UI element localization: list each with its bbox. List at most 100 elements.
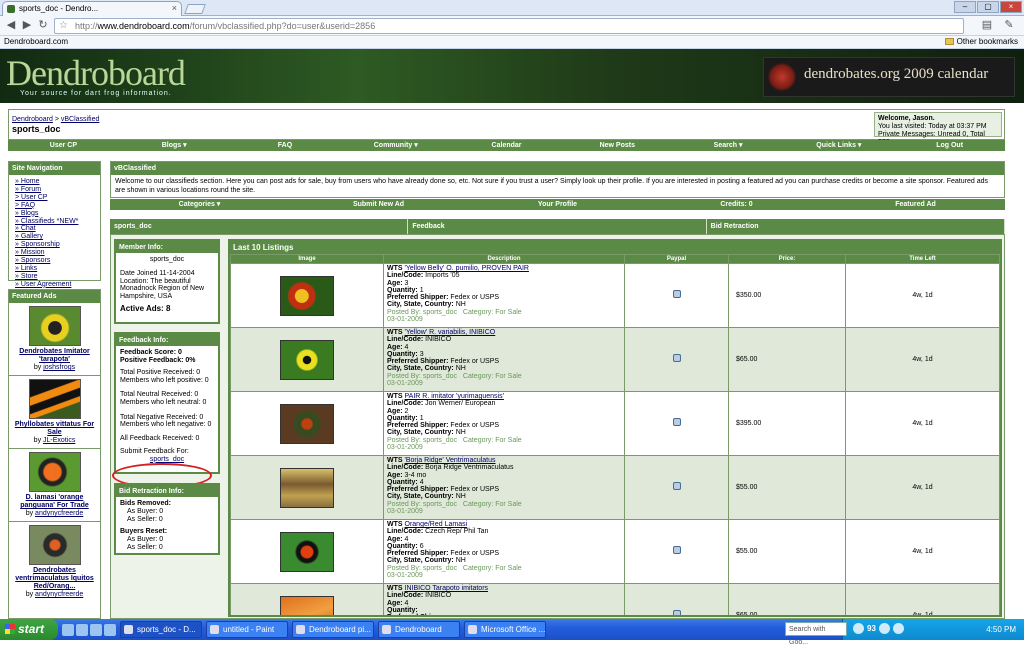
site-nav-chat[interactable]: » Chat <box>15 225 36 232</box>
listing-image[interactable] <box>280 339 334 380</box>
welcome-user[interactable]: Welcome, Jason. <box>878 115 998 123</box>
listing-image[interactable] <box>280 531 334 572</box>
tab-bid-retraction[interactable]: Bid Retraction <box>707 219 1005 234</box>
listing-image[interactable] <box>280 403 334 444</box>
task-dendroboard-pics[interactable]: Dendroboard pi... <box>292 621 374 638</box>
close-tab-icon[interactable]: × <box>172 2 177 15</box>
listing-poster[interactable]: sports_doc <box>423 309 457 316</box>
featured-ad-image[interactable] <box>28 452 81 492</box>
start-button[interactable]: start <box>0 619 58 640</box>
tab-profile[interactable]: sports_doc <box>110 219 409 234</box>
site-nav-sponsorship[interactable]: » Sponsorship <box>15 241 60 248</box>
featured-ad-title[interactable]: Phyllobates vittatus For Sale <box>10 421 99 437</box>
listing-poster[interactable]: sports_doc <box>423 565 457 572</box>
site-nav-store[interactable]: » Store <box>15 273 38 280</box>
listing-title[interactable]: Orange/Red Lamasi <box>405 521 468 528</box>
categories-menu[interactable]: Categories ▾ <box>110 199 289 210</box>
listing-category[interactable]: For Sale <box>495 309 521 316</box>
featured-ad-user[interactable]: andynycfreerde <box>35 510 83 517</box>
listing-title[interactable]: 'Borja Ridge' Ventrimaculatus <box>405 457 496 464</box>
featured-ad-title[interactable]: D. lamasi 'orange panguana' For Trade <box>10 494 99 510</box>
wrench-icon[interactable]: ✎ <box>1002 19 1016 33</box>
site-nav-gallery[interactable]: » Gallery <box>15 233 43 240</box>
listing-poster[interactable]: sports_doc <box>423 501 457 508</box>
featured-ad-link[interactable]: Featured Ad <box>826 199 1005 210</box>
listing-poster[interactable]: sports_doc <box>423 437 457 444</box>
site-nav-forum[interactable]: » Forum <box>15 186 41 193</box>
browser-tab[interactable]: sports_doc - Dendro... × <box>2 1 182 16</box>
desktop-icon[interactable] <box>62 624 74 636</box>
listing-image[interactable] <box>280 595 334 615</box>
site-nav-home[interactable]: » Home <box>15 178 40 185</box>
featured-ad-image[interactable] <box>28 379 81 419</box>
site-nav-user-agreement[interactable]: » User Agreement <box>15 281 71 288</box>
ie-icon[interactable] <box>76 624 88 636</box>
forward-icon[interactable]: ▶ <box>20 19 34 33</box>
featured-ad-image[interactable] <box>28 525 81 565</box>
site-nav-classifieds[interactable]: » Classifieds *NEW* <box>15 218 78 225</box>
listing-title[interactable]: PAIR R. imitator 'yurimaguensis' <box>405 393 504 400</box>
new-tab-button[interactable] <box>184 4 206 14</box>
featured-ad-title[interactable]: Dendrobates ventrimaculatus Iquitos Red/… <box>10 567 99 591</box>
back-icon[interactable]: ◀ <box>4 19 18 33</box>
listing-poster[interactable]: sports_doc <box>423 373 457 380</box>
featured-ad-title[interactable]: Dendrobates Imitator 'tarapota' <box>10 348 99 364</box>
nav-community[interactable]: Community ▾ <box>340 140 451 151</box>
your-profile-link[interactable]: Your Profile <box>468 199 647 210</box>
chrome-icon[interactable] <box>104 624 116 636</box>
network-icon[interactable] <box>853 623 864 634</box>
close-window-button[interactable]: × <box>1000 1 1022 13</box>
featured-ad-user[interactable]: andynycfreerde <box>35 591 83 598</box>
nav-search[interactable]: Search ▾ <box>673 140 784 151</box>
nav-new-posts[interactable]: New Posts <box>562 140 673 151</box>
submit-feedback-link[interactable]: sports_doc <box>150 456 184 463</box>
site-nav-blogs[interactable]: » Blogs <box>15 210 38 217</box>
site-nav-sponsors[interactable]: » Sponsors <box>15 257 50 264</box>
nav-user-cp[interactable]: User CP <box>8 140 119 151</box>
page-menu-icon[interactable]: ▤ <box>980 19 994 33</box>
nav-calendar[interactable]: Calendar <box>451 140 562 151</box>
task-chrome[interactable]: sports_doc - D... <box>120 621 202 638</box>
google-search-box[interactable]: Search with Goo... <box>785 622 847 646</box>
credits-link[interactable]: Credits: 0 <box>647 199 826 210</box>
tab-feedback[interactable]: Feedback <box>408 219 707 234</box>
listing-category[interactable]: For Sale <box>495 437 521 444</box>
listing-category[interactable]: For Sale <box>495 373 521 380</box>
listing-category[interactable]: For Sale <box>495 501 521 508</box>
reload-icon[interactable]: ↻ <box>36 19 50 33</box>
breadcrumb-section[interactable]: vBClassified <box>61 116 100 123</box>
site-nav-mission[interactable]: » Mission <box>15 249 45 256</box>
address-bar[interactable]: ☆ http://www.dendroboard.com/forum/vbcla… <box>54 18 964 34</box>
maximize-button[interactable]: ▢ <box>977 1 999 13</box>
star-icon[interactable]: ☆ <box>59 19 68 33</box>
featured-ad-user[interactable]: joshsfrogs <box>43 364 75 371</box>
volume-icon[interactable] <box>878 623 890 634</box>
task-office[interactable]: Microsoft Office ... <box>464 621 546 638</box>
nav-quick-links[interactable]: Quick Links ▾ <box>783 140 894 151</box>
listing-image[interactable] <box>280 275 334 316</box>
submit-new-ad-link[interactable]: Submit New Ad <box>289 199 468 210</box>
nav-log-out[interactable]: Log Out <box>894 140 1005 151</box>
site-nav-links[interactable]: » Links <box>15 265 37 272</box>
featured-ad-image[interactable] <box>28 306 81 346</box>
task-paint[interactable]: untitled - Paint <box>206 621 288 638</box>
nav-blogs[interactable]: Blogs ▾ <box>119 140 230 151</box>
site-nav-user-cp[interactable]: > User CP <box>15 194 47 201</box>
calendar-ad[interactable]: dendrobates.org 2009 calendar <box>763 57 1015 97</box>
site-logo[interactable]: Dendroboard <box>6 53 186 93</box>
task-dendroboard[interactable]: Dendroboard <box>378 621 460 638</box>
listing-title[interactable]: 'Yellow' R. variabilis, INIBICO <box>405 329 496 336</box>
listing-category[interactable]: For Sale <box>495 565 521 572</box>
bookmark-dendroboard[interactable]: Dendroboard.com <box>4 36 68 48</box>
site-nav-faq[interactable]: > FAQ <box>15 202 35 209</box>
other-bookmarks[interactable]: Other bookmarks <box>944 36 1018 48</box>
firefox-icon[interactable] <box>90 624 102 636</box>
listing-title[interactable]: INIBICO Tarapoto imitators <box>405 585 489 592</box>
nav-faq[interactable]: FAQ <box>230 140 341 151</box>
breadcrumb-root[interactable]: Dendroboard <box>12 116 53 123</box>
security-icon[interactable] <box>892 623 904 634</box>
listing-image[interactable] <box>280 467 334 508</box>
featured-ad-user[interactable]: JL-Exotics <box>43 437 75 444</box>
minimize-button[interactable]: – <box>954 1 976 13</box>
listing-title[interactable]: 'Yellow Belly' O. pumilio, PROVEN PAIR <box>405 265 529 272</box>
